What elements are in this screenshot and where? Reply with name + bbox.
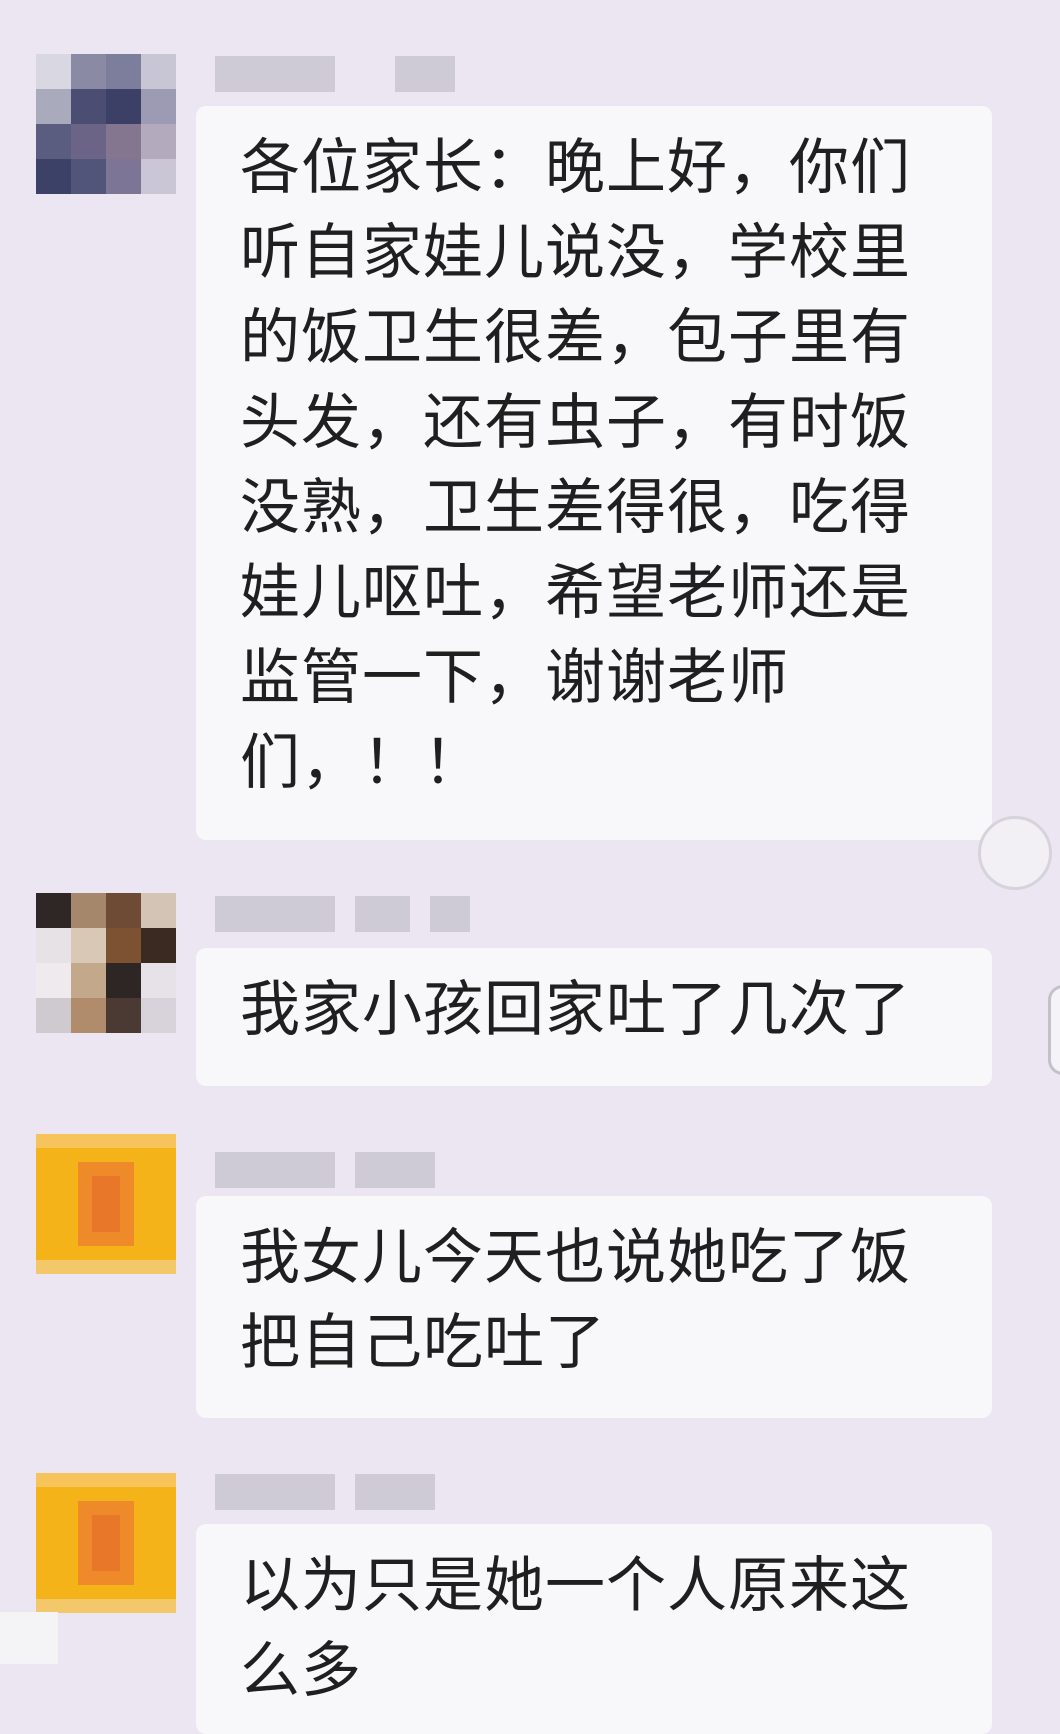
avatar[interactable] (36, 54, 176, 194)
sender-name-blurred (215, 1152, 475, 1188)
message-text: 我家小孩回家吐了几次了 (240, 975, 911, 1045)
chat-message-list[interactable]: 各位家长：晚上好，你们听自家娃儿说没，学校里的饭卫生很差，包子里有头发，还有虫子… (0, 0, 1060, 1734)
sender-name-blurred (215, 896, 475, 932)
avatar[interactable] (36, 1473, 176, 1613)
partial-element-fragment (0, 1612, 58, 1664)
avatar[interactable] (36, 1134, 176, 1274)
message-text: 我女儿今天也说她吃了饭把自己吃吐了 (240, 1223, 911, 1378)
sender-name-blurred (215, 56, 475, 92)
message-bubble[interactable]: 我家小孩回家吐了几次了 (196, 948, 992, 1086)
message-bubble[interactable]: 以为只是她一个人原来这么多 (196, 1524, 992, 1734)
side-drawer-handle[interactable] (1048, 985, 1060, 1075)
message-bubble[interactable]: 各位家长：晚上好，你们听自家娃儿说没，学校里的饭卫生很差，包子里有头发，还有虫子… (196, 106, 992, 840)
message-text: 各位家长：晚上好，你们听自家娃儿说没，学校里的饭卫生很差，包子里有头发，还有虫子… (240, 133, 911, 798)
message-bubble[interactable]: 我女儿今天也说她吃了饭把自己吃吐了 (196, 1196, 992, 1418)
sender-name-blurred (215, 1474, 475, 1510)
avatar[interactable] (36, 893, 176, 1033)
floating-circle-button[interactable] (978, 816, 1052, 890)
message-text: 以为只是她一个人原来这么多 (240, 1551, 911, 1706)
